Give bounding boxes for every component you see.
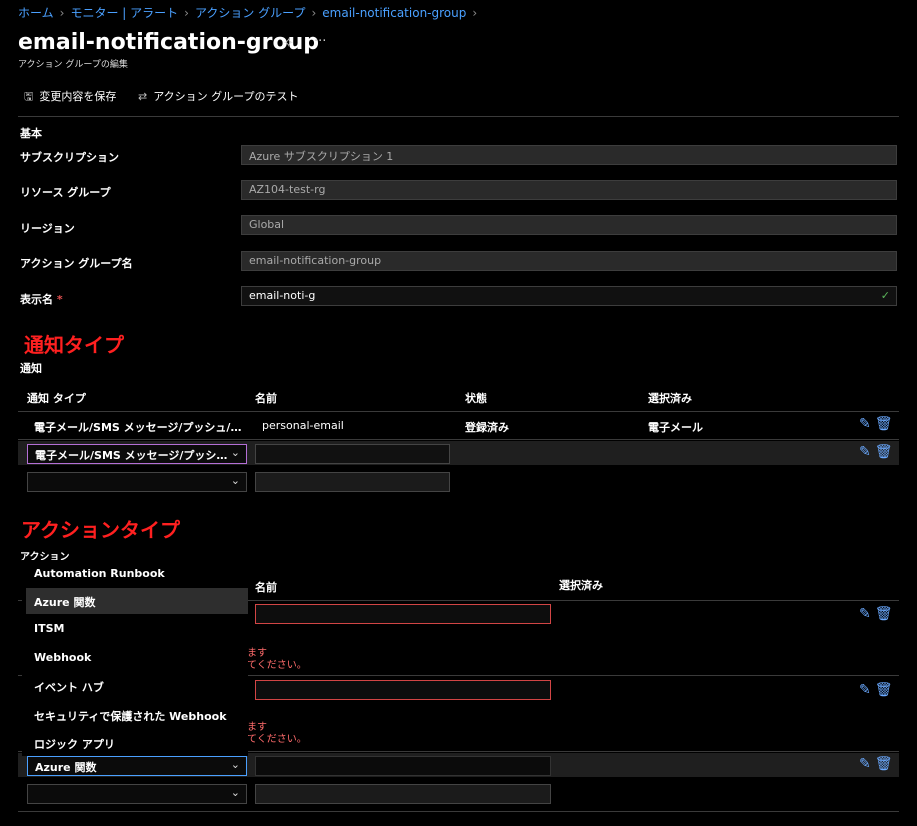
breadcrumb-home[interactable]: ホーム bbox=[18, 6, 54, 20]
table-divider bbox=[18, 411, 899, 412]
chevron-down-icon: ⌄ bbox=[230, 474, 240, 487]
chevron-right-icon: › bbox=[59, 6, 65, 20]
delete-icon[interactable]: 🗑 bbox=[875, 416, 897, 432]
display-name-label: 表示名 * bbox=[20, 291, 63, 307]
action-row4-name-input[interactable] bbox=[255, 784, 551, 804]
swap-icon: ⇄ bbox=[138, 90, 148, 103]
action-row2-error: ます てください。 bbox=[247, 722, 307, 746]
notif-row1-actions: ✎🗑 bbox=[859, 416, 897, 432]
breadcrumb: ホーム › モニター | アラート › アクション グループ › email-notific… bbox=[18, 4, 483, 21]
display-name-label-text: 表示名 bbox=[20, 293, 53, 306]
display-name-value: email-noti-g bbox=[249, 289, 316, 302]
save-button[interactable]: 🖫 変更内容を保存 bbox=[24, 88, 116, 107]
resource-group-label: リソース グループ bbox=[20, 186, 111, 199]
edit-icon[interactable]: ✎ bbox=[859, 682, 875, 698]
action-col-header-name: 名前 bbox=[255, 581, 277, 594]
notifications-section-label: 通知 bbox=[20, 362, 42, 375]
col-header-type: 通知 タイプ bbox=[27, 392, 86, 405]
chevron-down-icon: ⌄ bbox=[230, 446, 240, 459]
group-name-field: email-notification-group bbox=[241, 251, 897, 271]
delete-icon[interactable]: 🗑 bbox=[875, 756, 897, 772]
test-label: アクション グループのテスト bbox=[153, 90, 299, 103]
error-line1: ます bbox=[247, 722, 267, 733]
toolbar-divider bbox=[18, 116, 899, 117]
save-label: 変更内容を保存 bbox=[39, 90, 117, 103]
col-header-status: 状態 bbox=[465, 392, 487, 405]
edit-icon[interactable]: ✎ bbox=[859, 756, 875, 772]
bottom-divider bbox=[18, 811, 899, 812]
action-row3-actions: ✎🗑 bbox=[859, 756, 897, 772]
region-field: Global bbox=[241, 215, 897, 235]
notif-row3-name-input[interactable] bbox=[255, 472, 450, 492]
chevron-right-icon: › bbox=[472, 6, 478, 20]
action-row2-actions: ✎🗑 bbox=[859, 682, 897, 698]
subscription-field: Azure サブスクリプション 1 bbox=[241, 145, 897, 165]
chevron-right-icon: › bbox=[184, 6, 189, 20]
group-name-label: アクション グループ名 bbox=[20, 257, 133, 270]
pin-icon[interactable]: ✧ bbox=[283, 36, 294, 51]
dropdown-option-itsm[interactable]: ITSM bbox=[26, 616, 248, 642]
chevron-down-icon: ⌄ bbox=[230, 758, 240, 771]
notif-row2-type-value: 電子メール/SMS メッセージ/プッシ… bbox=[35, 449, 228, 462]
delete-icon[interactable]: 🗑 bbox=[875, 606, 897, 622]
error-line2: てください。 bbox=[247, 734, 307, 745]
notif-row1-selected: 電子メール bbox=[648, 421, 703, 434]
action-row3-type-value: Azure 関数 bbox=[35, 761, 97, 774]
action-type-annotation: アクションタイプ bbox=[21, 518, 180, 542]
action-col-header-selected: 選択済み bbox=[559, 579, 603, 592]
chevron-down-icon: ⌄ bbox=[230, 786, 240, 799]
display-name-input[interactable]: email-noti-g ✓ bbox=[241, 286, 897, 306]
test-button[interactable]: ⇄ アクション グループのテスト bbox=[138, 88, 299, 104]
region-label: リージョン bbox=[20, 222, 75, 235]
dropdown-option-logic-app[interactable]: ロジック アプリ bbox=[26, 730, 248, 756]
save-icon: 🖫 bbox=[24, 90, 34, 103]
action-row3-type-select[interactable]: Azure 関数 ⌄ bbox=[27, 756, 247, 776]
chevron-right-icon: › bbox=[311, 6, 317, 20]
notif-row1-type: 電子メール/SMS メッセージ/プッシュ/… bbox=[34, 421, 242, 434]
basics-section-label: 基本 bbox=[20, 127, 42, 140]
breadcrumb-action-groups[interactable]: アクション グループ bbox=[195, 6, 306, 20]
resource-group-field: AZ104-test-rg bbox=[241, 180, 897, 200]
error-line2: てください。 bbox=[247, 660, 307, 671]
action-row2-name-input[interactable] bbox=[255, 680, 551, 700]
dropdown-option-secure-webhook[interactable]: セキュリティで保護された Webhook bbox=[26, 702, 248, 728]
edit-icon[interactable]: ✎ bbox=[859, 416, 875, 432]
notif-row1-name: personal-email bbox=[262, 419, 344, 432]
dropdown-option-webhook[interactable]: Webhook bbox=[26, 645, 248, 671]
subscription-label: サブスクリプション bbox=[20, 151, 119, 164]
table-row-divider bbox=[18, 439, 899, 440]
action-row1-error: ます てください。 bbox=[247, 648, 307, 672]
required-marker: * bbox=[56, 293, 63, 306]
page-title: email-notification-group bbox=[18, 30, 320, 55]
action-row1-name-input[interactable] bbox=[255, 604, 551, 624]
more-icon[interactable]: ··· bbox=[314, 34, 326, 49]
notif-row1-status: 登録済み bbox=[465, 421, 509, 434]
action-row1-actions: ✎🗑 bbox=[859, 606, 897, 622]
edit-icon[interactable]: ✎ bbox=[859, 606, 875, 622]
delete-icon[interactable]: 🗑 bbox=[875, 444, 897, 460]
notif-row2-actions: ✎🗑 bbox=[859, 444, 897, 460]
page-subtitle: アクション グループの編集 bbox=[18, 60, 128, 70]
notification-type-annotation: 通知タイプ bbox=[24, 333, 124, 357]
notif-row2-type-select[interactable]: 電子メール/SMS メッセージ/プッシ… ⌄ bbox=[27, 444, 247, 464]
notif-row2-name-input[interactable] bbox=[255, 444, 450, 464]
breadcrumb-monitor[interactable]: モニター | アラート bbox=[70, 6, 178, 20]
action-row4-type-select[interactable]: ⌄ bbox=[27, 784, 247, 804]
dropdown-option-azure-function[interactable]: Azure 関数 bbox=[26, 588, 248, 614]
col-header-selected: 選択済み bbox=[648, 392, 692, 405]
dropdown-option-event-hub[interactable]: イベント ハブ bbox=[26, 673, 248, 699]
edit-icon[interactable]: ✎ bbox=[859, 444, 875, 460]
notif-row3-type-select[interactable]: ⌄ bbox=[27, 472, 247, 492]
error-line1: ます bbox=[247, 648, 267, 659]
dropdown-option-automation-runbook[interactable]: Automation Runbook bbox=[26, 561, 248, 587]
action-row3-name-input[interactable] bbox=[255, 756, 551, 776]
check-icon: ✓ bbox=[880, 289, 890, 302]
delete-icon[interactable]: 🗑 bbox=[875, 682, 897, 698]
breadcrumb-current[interactable]: email-notification-group bbox=[322, 6, 466, 20]
col-header-name: 名前 bbox=[255, 392, 277, 405]
